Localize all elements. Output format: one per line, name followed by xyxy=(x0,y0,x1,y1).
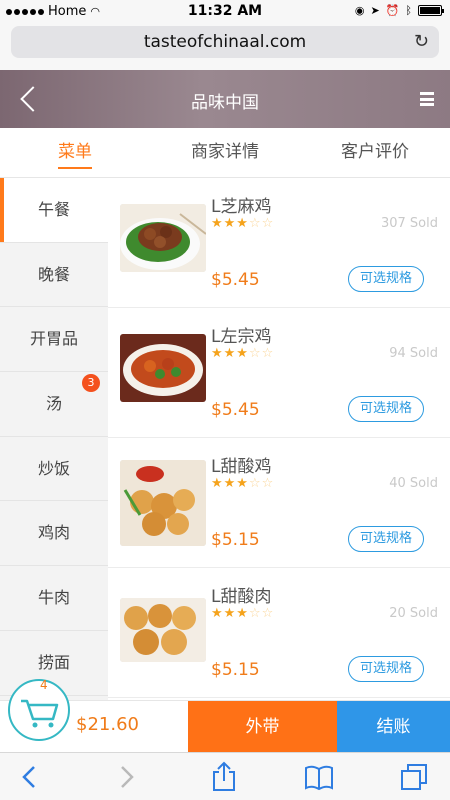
rating-stars: ★★★☆☆ xyxy=(211,476,275,491)
dish-item[interactable]: L甜酸肉 ★★★☆☆ 20 Sold $5.15 可选规格 xyxy=(108,568,450,698)
category-beef[interactable]: 牛肉 xyxy=(0,566,108,631)
tab-reviews[interactable]: 客户评价 xyxy=(300,128,450,177)
tab-bar: 菜单 商家详情 客户评价 xyxy=(0,128,450,178)
sold-count: 307 Sold xyxy=(380,216,438,231)
bluetooth-icon: ᛒ xyxy=(405,4,412,17)
category-dinner[interactable]: 晚餐 xyxy=(0,243,108,308)
app-header: 品味中国 xyxy=(0,70,450,128)
sold-count: 40 Sold xyxy=(389,476,438,491)
dish-name: L左宗鸡 xyxy=(211,327,272,347)
sold-count: 94 Sold xyxy=(389,346,438,361)
rating-stars: ★★★☆☆ xyxy=(211,606,275,621)
battery-icon xyxy=(418,5,444,16)
app-screen: Home ◠ 11:32 AM ◉ ➤ ⏰ ᛒ tasteofchinaal.c… xyxy=(0,0,450,800)
cart-total: $21.60 xyxy=(76,714,139,735)
share-icon[interactable] xyxy=(208,761,240,793)
category-sidebar: 午餐 晚餐 开胃品 汤 3 炒饭 鸡肉 牛肉 捞面 xyxy=(0,178,108,700)
takeout-button[interactable]: 外带 xyxy=(188,701,337,753)
category-chicken[interactable]: 鸡肉 xyxy=(0,501,108,567)
dish-photo xyxy=(120,460,206,546)
alarm-icon: ⏰ xyxy=(385,4,400,17)
category-label: 汤 xyxy=(45,394,62,414)
category-label: 牛肉 xyxy=(37,588,70,608)
location-icon: ➤ xyxy=(370,4,380,17)
dish-photo xyxy=(120,334,206,402)
url-text: tasteofchinaal.com xyxy=(143,32,307,52)
dish-price: $5.15 xyxy=(211,660,260,680)
select-options-button[interactable]: 可选规格 xyxy=(348,266,424,292)
dish-item[interactable]: L芝麻鸡 ★★★☆☆ 307 Sold $5.45 可选规格 xyxy=(108,178,450,308)
dish-price: $5.45 xyxy=(211,270,260,290)
category-label: 晚餐 xyxy=(37,264,70,284)
cart-button[interactable]: 4 xyxy=(8,678,70,741)
tab-menu[interactable]: 菜单 xyxy=(0,128,150,177)
cart-bar: 4 $21.60 外带 结账 xyxy=(0,678,450,753)
category-appetizer[interactable]: 开胃品 xyxy=(0,307,108,373)
category-fried-rice[interactable]: 炒饭 xyxy=(0,437,108,502)
select-options-button[interactable]: 可选规格 xyxy=(348,656,424,682)
category-label: 午餐 xyxy=(37,200,70,219)
select-options-button[interactable]: 可选规格 xyxy=(348,526,424,552)
dish-name: L甜酸肉 xyxy=(211,587,272,607)
dish-photo xyxy=(120,598,206,662)
cart-icon xyxy=(21,699,59,728)
category-lunch[interactable]: 午餐 xyxy=(0,178,108,243)
reload-icon[interactable]: ↻ xyxy=(414,26,429,58)
browser-back-icon[interactable] xyxy=(14,761,46,793)
category-label: 捞面 xyxy=(37,652,70,672)
dish-name: L芝麻鸡 xyxy=(211,197,272,217)
checkout-button[interactable]: 结账 xyxy=(337,701,450,753)
dish-price: $5.15 xyxy=(211,530,260,550)
category-label: 炒饭 xyxy=(37,458,70,478)
dish-item[interactable]: L甜酸鸡 ★★★☆☆ 40 Sold $5.15 可选规格 xyxy=(108,438,450,568)
page-title: 品味中国 xyxy=(191,93,259,113)
tabs-icon[interactable] xyxy=(398,761,430,793)
bookmarks-icon[interactable] xyxy=(303,761,335,793)
rating-stars: ★★★☆☆ xyxy=(211,346,275,361)
sold-count: 20 Sold xyxy=(389,606,438,621)
browser-address-area: tasteofchinaal.com ↻ xyxy=(0,24,450,70)
status-icons: ◉ ➤ ⏰ ᛒ xyxy=(354,4,444,17)
menu-icon[interactable] xyxy=(420,92,434,106)
dish-item[interactable]: L左宗鸡 ★★★☆☆ 94 Sold $5.45 可选规格 xyxy=(108,308,450,438)
url-field[interactable]: tasteofchinaal.com ↻ xyxy=(11,26,439,58)
rating-stars: ★★★☆☆ xyxy=(211,216,275,231)
dish-name: L甜酸鸡 xyxy=(211,457,272,477)
browser-toolbar xyxy=(0,752,450,800)
orientation-lock-icon: ◉ xyxy=(354,4,365,17)
dish-list: L芝麻鸡 ★★★☆☆ 307 Sold $5.45 可选规格 L左宗鸡 ★★★☆… xyxy=(108,178,450,700)
status-bar: Home ◠ 11:32 AM ◉ ➤ ⏰ ᛒ xyxy=(0,0,450,24)
tab-merchant-details[interactable]: 商家详情 xyxy=(150,128,300,177)
dish-price: $5.45 xyxy=(211,400,260,420)
dish-photo xyxy=(120,204,206,272)
category-label: 开胃品 xyxy=(29,329,78,349)
category-label: 鸡肉 xyxy=(37,523,70,543)
category-badge: 3 xyxy=(82,374,100,393)
category-soup[interactable]: 汤 3 xyxy=(0,372,108,437)
browser-forward-icon[interactable] xyxy=(110,761,142,793)
select-options-button[interactable]: 可选规格 xyxy=(348,396,424,422)
